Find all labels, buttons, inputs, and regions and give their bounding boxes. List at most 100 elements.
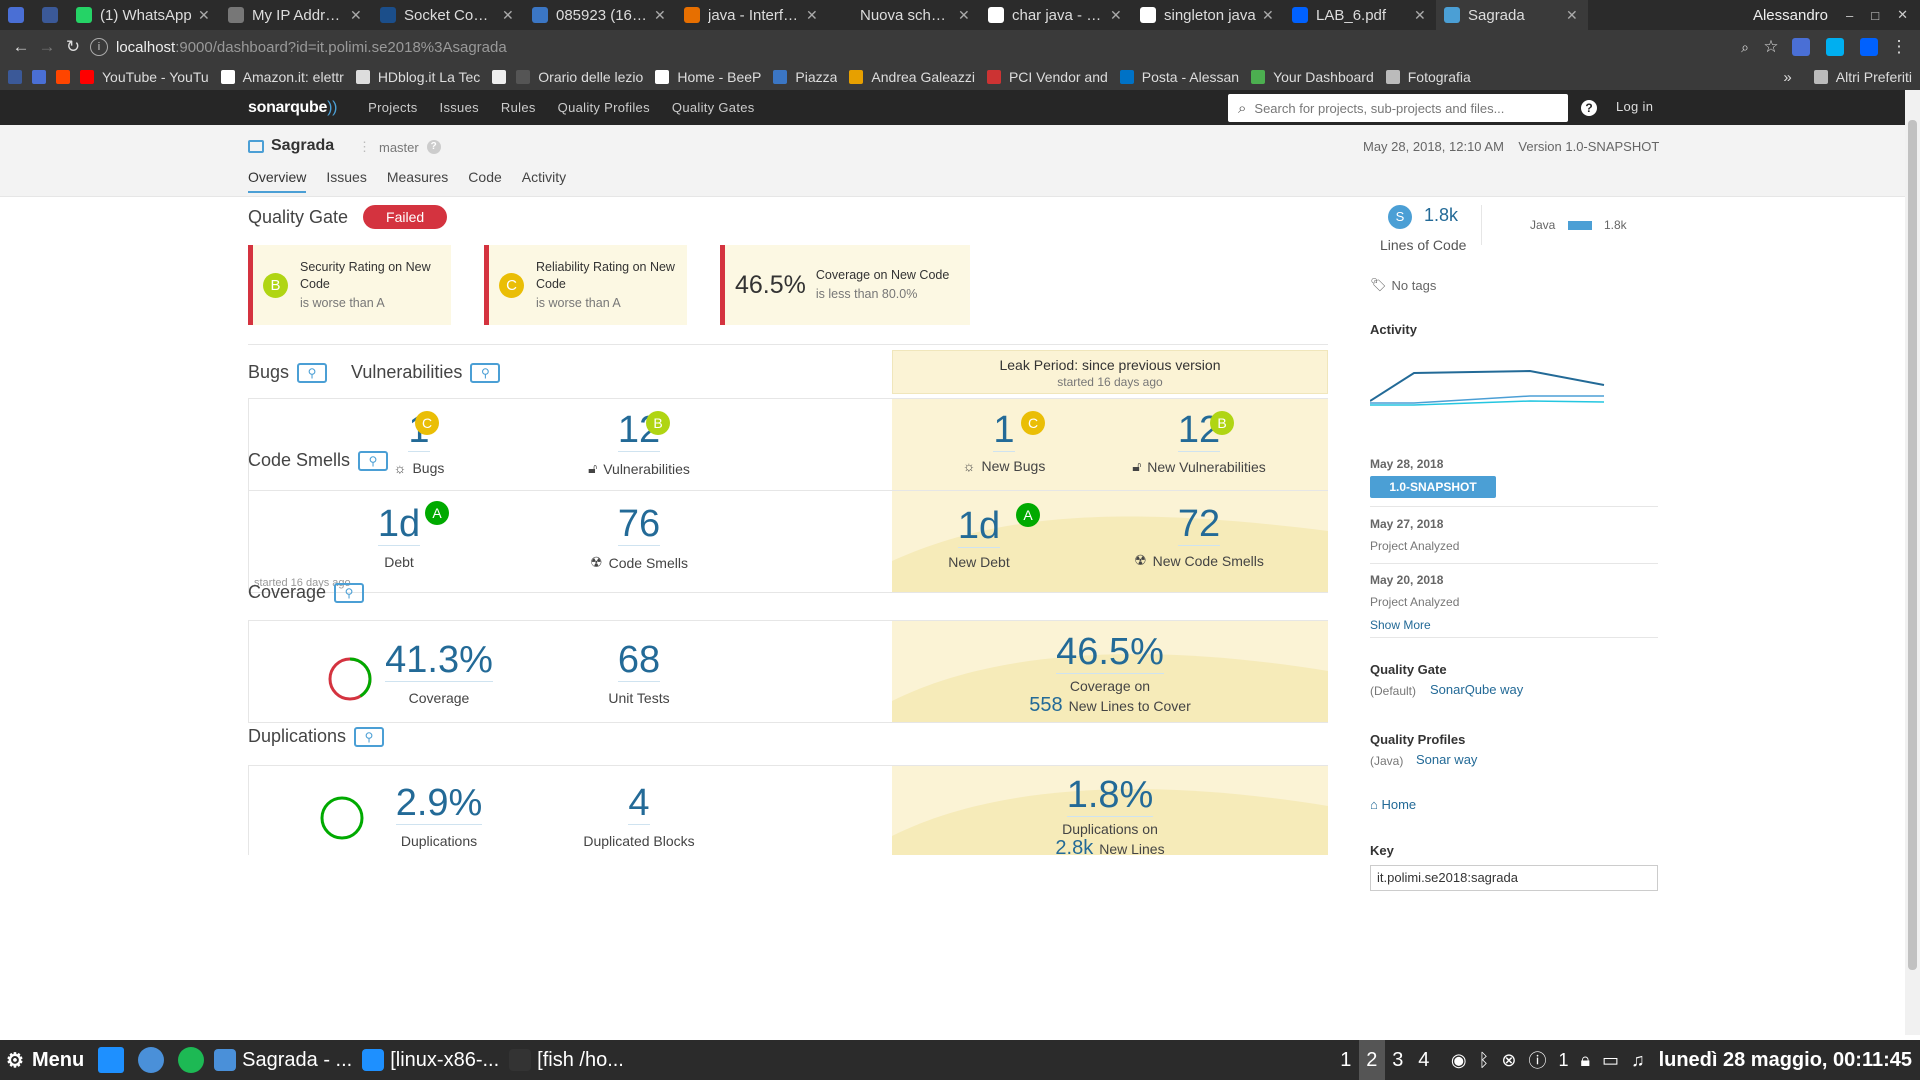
tab-close-icon[interactable]: ✕ <box>350 7 364 24</box>
browser-tab[interactable]: java - Interface ✕ <box>676 0 828 30</box>
forward-icon[interactable]: → <box>34 37 60 57</box>
debt-value[interactable]: 1d <box>377 503 421 546</box>
tab-overview[interactable]: Overview <box>248 169 307 193</box>
bookmark-item[interactable]: Amazon.it: elettr <box>220 69 344 85</box>
tab-close-icon[interactable]: ✕ <box>198 7 212 24</box>
unit-tests-count[interactable]: 68 <box>617 639 661 682</box>
chrome-launcher-icon[interactable] <box>138 1047 165 1073</box>
duplications-value[interactable]: 2.9% <box>395 782 483 825</box>
unit-tests-metric[interactable]: 68 Unit Tests <box>559 639 719 706</box>
close-window-icon[interactable]: ✕ <box>1897 7 1908 23</box>
tab-close-icon[interactable]: ✕ <box>502 7 516 24</box>
vulnerabilities-link-icon[interactable]: ⚲ <box>470 362 501 383</box>
new-vulnerabilities-metric[interactable]: 12 🔓︎ New Vulnerabilities <box>1099 409 1299 475</box>
tab-close-icon[interactable]: ✕ <box>1414 7 1428 24</box>
browser-tab[interactable] <box>34 0 68 30</box>
lock-icon[interactable]: 🔒︎ <box>1580 1050 1590 1071</box>
zoom-icon[interactable]: ⌕ <box>1732 39 1758 56</box>
maximize-icon[interactable]: □ <box>1871 8 1879 23</box>
tab-close-icon[interactable]: ✕ <box>1262 7 1276 24</box>
lines-of-code-value[interactable]: 1.8k <box>1424 205 1458 226</box>
tab-close-icon[interactable]: ✕ <box>654 7 668 24</box>
bookmark-item[interactable]: Andrea Galeazzi <box>849 69 975 85</box>
bugs-link-icon[interactable]: ⚲ <box>297 362 328 383</box>
new-debt-value[interactable]: 1d <box>957 505 1001 548</box>
music-icon[interactable]: ♫ <box>1631 1050 1645 1071</box>
taskbar-task[interactable]: Sagrada - ... <box>214 1049 352 1072</box>
project-key-field[interactable]: it.polimi.se2018:sagrada <box>1370 865 1658 891</box>
tab-close-icon[interactable]: ✕ <box>806 7 820 24</box>
nav-quality-profiles[interactable]: Quality Profiles <box>547 100 661 115</box>
bookmark-item[interactable]: Home - BeeP <box>655 69 761 85</box>
discord-icon[interactable]: ◉ <box>1451 1050 1467 1071</box>
browser-tab[interactable]: char java - Cer ✕ <box>980 0 1132 30</box>
bookmark-item[interactable] <box>8 69 30 85</box>
duplicated-blocks-count[interactable]: 4 <box>628 782 650 825</box>
duplicated-blocks-metric[interactable]: 4 Duplicated Blocks <box>559 782 719 849</box>
browser-tab[interactable]: Sagrada ✕ <box>1436 0 1588 30</box>
bookmarks-overflow-icon[interactable]: » <box>1783 69 1791 86</box>
browser-tab[interactable]: My IP Address ✕ <box>220 0 372 30</box>
browser-tab[interactable]: (1) WhatsApp ✕ <box>68 0 220 30</box>
new-bugs-count[interactable]: 1 <box>993 409 1015 452</box>
browser-tab[interactable]: singleton java ✕ <box>1132 0 1284 30</box>
new-code-smells-metric[interactable]: 72 ☢ New Code Smells <box>1099 503 1299 569</box>
login-link[interactable]: Log in <box>1616 99 1653 114</box>
nav-rules[interactable]: Rules <box>490 100 547 115</box>
qg-condition-coverage[interactable]: 46.5% Coverage on New Code is less than … <box>720 245 970 325</box>
bookmark-item[interactable]: HDblog.it La Tec <box>355 69 480 85</box>
taskbar-task[interactable]: [fish /ho... <box>509 1049 624 1072</box>
coverage-link-icon[interactable]: ⚲ <box>334 582 365 603</box>
extension-download-icon[interactable] <box>1792 38 1810 56</box>
new-maintainability-rating-badge[interactable]: A <box>1016 503 1040 527</box>
tags-selector[interactable]: 🏷︎ No tags <box>1370 277 1436 293</box>
new-coverage-value[interactable]: 46.5% <box>1056 631 1164 674</box>
coverage-metric[interactable]: 41.3% Coverage <box>359 639 519 706</box>
tab-close-icon[interactable]: ✕ <box>1110 7 1124 24</box>
browser-menu-icon[interactable]: ⋮ <box>1886 37 1912 57</box>
code-smells-count[interactable]: 76 <box>617 503 661 546</box>
new-code-smells-count[interactable]: 72 <box>1177 503 1221 546</box>
tab-activity[interactable]: Activity <box>522 169 566 193</box>
workspace-4[interactable]: 4 <box>1411 1040 1437 1080</box>
browser-tab[interactable]: Socket Commu ✕ <box>372 0 524 30</box>
duplications-link-icon[interactable]: ⚲ <box>354 726 385 747</box>
tab-measures[interactable]: Measures <box>387 169 448 193</box>
show-more-link[interactable]: Show More <box>1370 618 1431 632</box>
qg-condition-reliability[interactable]: C Reliability Rating on New Code is wors… <box>484 245 687 325</box>
reload-icon[interactable]: ↻ <box>60 37 86 57</box>
clock[interactable]: lunedì 28 maggio, 00:11:45 <box>1659 1049 1912 1072</box>
back-icon[interactable]: ← <box>8 37 34 57</box>
coverage-value[interactable]: 41.3% <box>385 639 493 682</box>
activity-graph[interactable] <box>1370 345 1660 415</box>
bluetooth-icon[interactable]: ᛒ <box>1479 1050 1490 1071</box>
bookmark-star-icon[interactable]: ☆ <box>1758 37 1784 57</box>
bookmark-item[interactable]: Posta - Alessan <box>1119 69 1239 85</box>
browser-tab[interactable]: 085923 (16 unr ✕ <box>524 0 676 30</box>
address-bar[interactable]: i localhost:9000/dashboard?id=it.polimi.… <box>90 35 1724 59</box>
bookmark-item[interactable]: Piazza <box>773 69 837 85</box>
new-coverage-metric[interactable]: 46.5% Coverage on 558 New Lines to Cover <box>892 631 1328 717</box>
workspace-2[interactable]: 2 <box>1358 1040 1385 1080</box>
mute-icon[interactable]: ⊗ <box>1501 1050 1516 1071</box>
files-launcher-icon[interactable] <box>98 1047 125 1073</box>
tab-code[interactable]: Code <box>468 169 501 193</box>
quality-profile-link[interactable]: Sonar way <box>1416 752 1477 767</box>
quality-gate-link[interactable]: SonarQube way <box>1430 682 1523 697</box>
alert-icon[interactable]: ⓘ <box>1528 1047 1546 1073</box>
qg-condition-security[interactable]: B Security Rating on New Code is worse t… <box>248 245 451 325</box>
bookmark-item[interactable] <box>32 69 54 85</box>
new-lines-count[interactable]: 2.8k <box>1055 837 1093 860</box>
browser-tab[interactable]: Nuova scheda ✕ <box>828 0 980 30</box>
nav-projects[interactable]: Projects <box>357 100 428 115</box>
extension-skype-icon[interactable] <box>1826 38 1844 56</box>
site-info-icon[interactable]: i <box>90 38 108 56</box>
display-icon[interactable]: ▭ <box>1602 1050 1619 1071</box>
minimize-icon[interactable]: – <box>1846 8 1853 23</box>
workspace-1[interactable]: 1 <box>1333 1040 1359 1080</box>
bookmark-item[interactable]: YouTube - YouTu <box>80 69 209 85</box>
code-smells-metric[interactable]: 76 ☢ Code Smells <box>559 503 719 571</box>
spotify-launcher-icon[interactable] <box>178 1047 205 1073</box>
tab-close-icon[interactable]: ✕ <box>1566 7 1580 24</box>
global-search-input[interactable]: ⌕ Search for projects, sub-projects and … <box>1228 94 1568 122</box>
